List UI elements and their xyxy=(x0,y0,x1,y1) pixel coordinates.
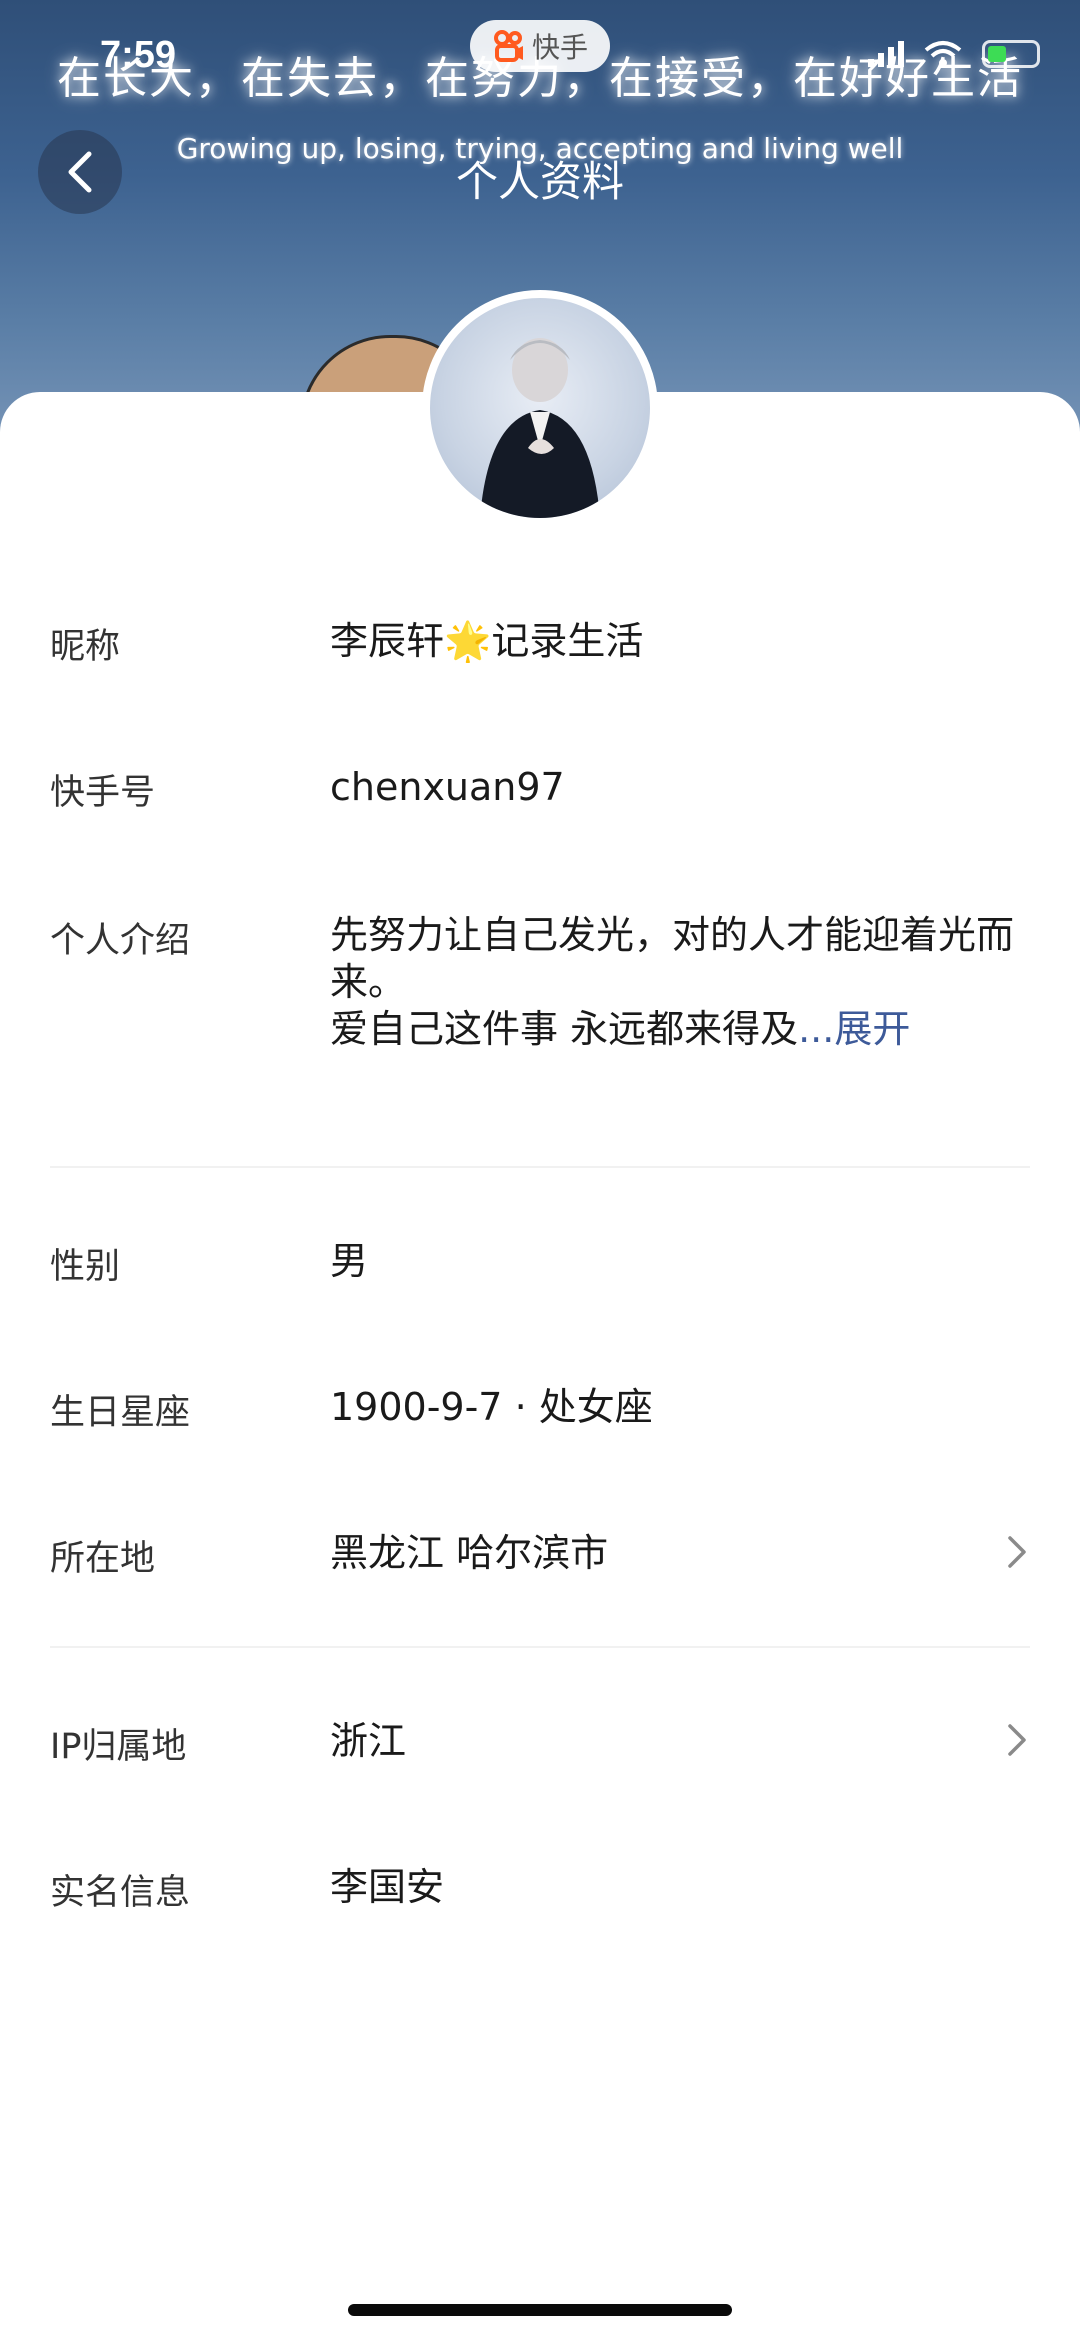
battery-icon xyxy=(982,40,1040,68)
expand-link[interactable]: ...展开 xyxy=(798,1007,910,1051)
kuaishou-logo-icon xyxy=(493,30,523,62)
bio-value: 先努力让自己发光，对的人才能迎着光而来。 爱自己这件事 永远都来得及...展开 xyxy=(330,912,1020,1053)
birthday-value: 1900-9-7 · 处女座 xyxy=(330,1385,653,1429)
birthday-label: 生日星座 xyxy=(50,1393,191,1433)
avatar[interactable] xyxy=(422,290,658,526)
kuaishou-id-label: 快手号 xyxy=(50,773,156,813)
status-icons xyxy=(868,40,1040,68)
gender-label: 性别 xyxy=(50,1247,121,1287)
location-label: 所在地 xyxy=(50,1539,156,1579)
divider xyxy=(50,1646,1030,1648)
bio-label: 个人介绍 xyxy=(50,921,191,961)
home-indicator xyxy=(348,2304,732,2316)
nickname-value: 李辰轩🌟记录生活 xyxy=(330,619,644,663)
gender-value: 男 xyxy=(330,1239,369,1283)
bio-line-1: 先努力让自己发光，对的人才能迎着光而来。 xyxy=(330,913,1015,1004)
avatar-person-image xyxy=(480,338,600,518)
row-bio: 个人介绍 先努力让自己发光，对的人才能迎着光而来。 爱自己这件事 永远都来得及.… xyxy=(50,912,1030,1062)
app-badge-label: 快手 xyxy=(531,31,588,64)
wifi-icon xyxy=(924,41,962,67)
bio-line-2-wrap: 爱自己这件事 永远都来得及...展开 xyxy=(330,1006,1020,1053)
status-time: 7:59 xyxy=(100,34,177,76)
signal-icon xyxy=(868,41,904,67)
ip-location-value: 浙江 xyxy=(330,1719,407,1763)
location-value: 黑龙江 哈尔滨市 xyxy=(330,1531,609,1575)
divider xyxy=(50,1166,1030,1168)
kuaishou-id-value: chenxuan97 xyxy=(330,765,565,809)
ip-location-label: IP归属地 xyxy=(50,1727,187,1767)
page-title: 个人资料 xyxy=(455,157,624,206)
real-name-label: 实名信息 xyxy=(50,1873,191,1913)
chevron-right-icon[interactable] xyxy=(1004,1532,1030,1572)
profile-card xyxy=(0,392,1080,2338)
nickname-label: 昵称 xyxy=(50,627,121,667)
row-ip-location[interactable]: IP归属地 浙江 xyxy=(50,1718,1030,1768)
row-location[interactable]: 所在地 黑龙江 哈尔滨市 xyxy=(50,1530,1030,1580)
chevron-right-icon[interactable] xyxy=(1004,1720,1030,1760)
bio-line-2: 爱自己这件事 永远都来得及 xyxy=(330,1007,799,1051)
real-name-value: 李国安 xyxy=(330,1865,445,1909)
app-badge: 快手 xyxy=(470,20,610,72)
